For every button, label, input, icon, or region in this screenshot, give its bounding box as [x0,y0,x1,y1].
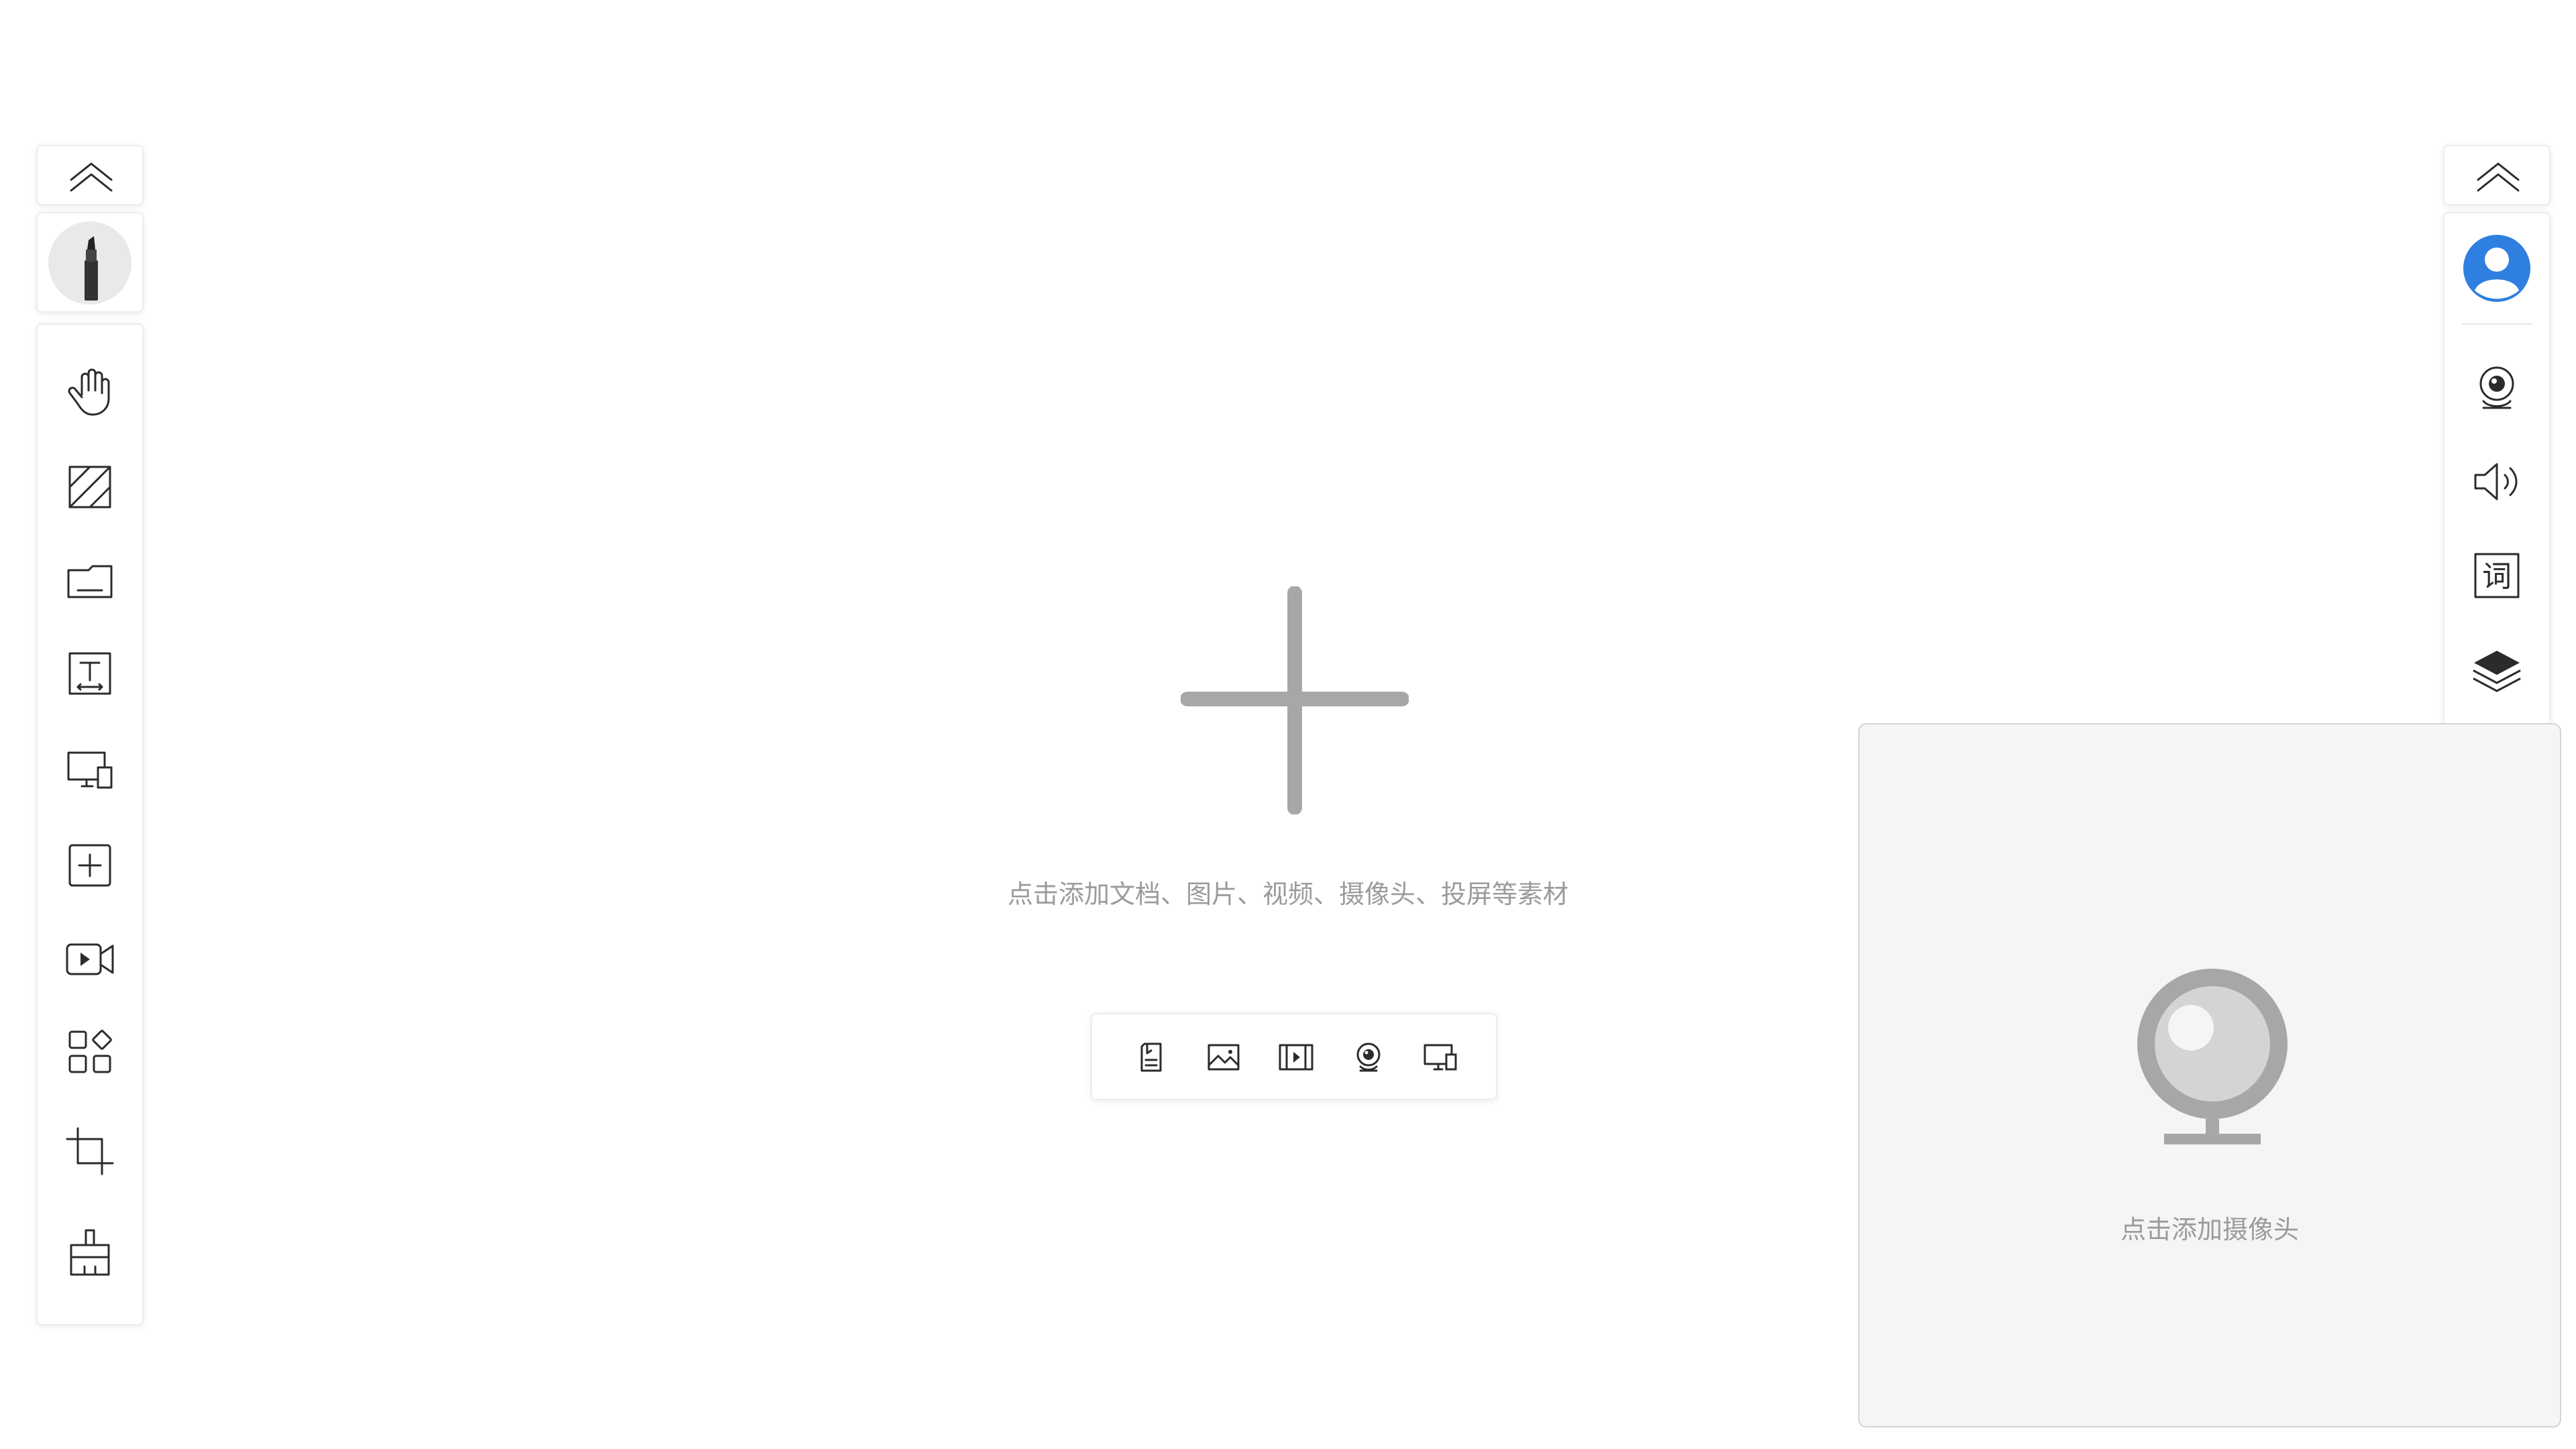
add-material-hint: 点击添加文档、图片、视频、摄像头、投屏等素材 [1007,879,1568,909]
hatched-square-icon [68,466,111,508]
image-icon [1208,1044,1240,1071]
chevron-up-double-icon [2477,162,2520,192]
webcam-icon [1356,1042,1381,1072]
crop-tool-button[interactable] [50,1111,130,1191]
speaker-icon [2474,463,2518,500]
layers-icon [2473,651,2521,692]
word-box-icon: 词 [2474,553,2520,598]
screencast-icon [1424,1044,1457,1071]
left-collapse-button[interactable] [36,145,144,205]
add-camera-button[interactable] [1335,1024,1402,1091]
clean-tool-button[interactable] [50,1213,130,1293]
layers-button[interactable] [2457,629,2537,710]
camera-placeholder-card[interactable]: 点击添加摄像头 [1858,723,2561,1428]
speaker-button[interactable] [2457,441,2537,522]
webcam-icon [2479,366,2514,409]
hand-icon [68,368,110,416]
apps-tool-button[interactable] [50,1012,130,1092]
broom-icon [70,1229,110,1276]
add-video-button[interactable] [1263,1024,1330,1091]
video-camera-icon [66,943,114,975]
screen-share-tool-button[interactable] [50,730,130,810]
apps-grid-icon [68,1030,112,1073]
text-box-icon [68,652,111,695]
camera-button[interactable] [2457,347,2537,428]
add-image-button[interactable] [1190,1024,1257,1091]
chevron-up-double-icon [70,162,113,192]
left-toolbar [36,323,144,1326]
monitor-device-icon [67,751,113,789]
add-document-button[interactable] [1118,1024,1185,1091]
pen-selector[interactable] [36,212,144,313]
text-tool-button[interactable] [50,633,130,714]
webcam-icon [2137,969,2288,1144]
divider [2462,323,2532,325]
folder-icon [67,565,113,598]
crop-icon [66,1127,114,1175]
folder-tool-button[interactable] [50,541,130,621]
add-camera-hint: 点击添加摄像头 [2120,1215,2299,1244]
plus-square-icon [68,844,111,887]
user-avatar-icon [2463,235,2530,302]
right-collapse-button[interactable] [2443,145,2551,205]
document-icon [1140,1042,1162,1072]
film-icon [1279,1044,1313,1071]
hand-tool-button[interactable] [50,352,130,432]
add-material-plus-icon[interactable] [1181,586,1409,814]
quick-add-toolbar [1091,1013,1497,1100]
svg-text:词: 词 [2482,559,2512,594]
eraser-tool-button[interactable] [50,447,130,527]
video-tool-button[interactable] [50,919,130,1000]
add-screencast-button[interactable] [1407,1024,1474,1091]
marker-pen-icon [85,236,98,301]
subtitles-button[interactable]: 词 [2457,535,2537,616]
add-tool-button[interactable] [50,825,130,906]
profile-button[interactable] [2457,228,2537,309]
